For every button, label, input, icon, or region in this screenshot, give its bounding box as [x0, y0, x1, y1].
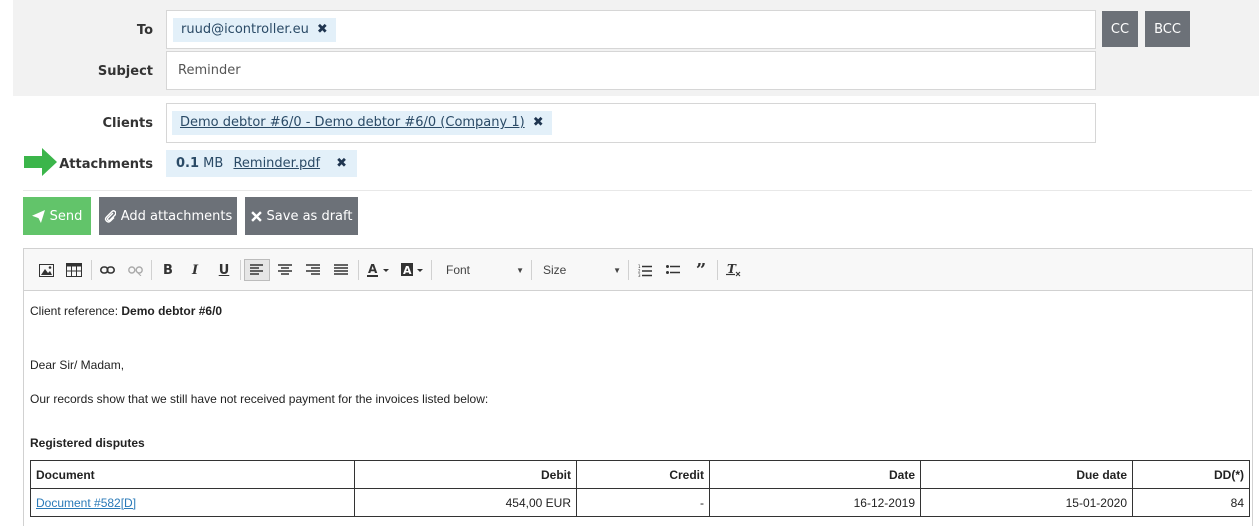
- chevron-down-icon: ▼: [516, 265, 524, 275]
- subject-value: Reminder: [178, 63, 241, 78]
- close-icon: [250, 210, 262, 222]
- send-button[interactable]: Send: [23, 197, 91, 235]
- table-cell-date: 16-12-2019: [709, 488, 921, 517]
- column-header-dd: DD(*): [1132, 460, 1250, 489]
- save-draft-label: Save as draft: [266, 208, 353, 224]
- font-dropdown[interactable]: Font ▼: [446, 259, 524, 281]
- recipient-email: ruud@icontroller.eu: [181, 22, 309, 37]
- background-color-icon[interactable]: A: [398, 259, 426, 281]
- toolbar-separator: [717, 260, 718, 280]
- table-cell-document: Document #582[D]: [30, 488, 355, 517]
- subject-input[interactable]: Reminder: [166, 51, 1096, 90]
- align-left-icon[interactable]: [244, 259, 270, 281]
- column-header-document: Document: [30, 460, 355, 489]
- blockquote-icon[interactable]: ”: [689, 259, 713, 281]
- subject-label: Subject: [97, 64, 153, 79]
- font-dropdown-label: Font: [446, 263, 471, 277]
- toolbar-separator: [151, 260, 152, 280]
- attachments-label: Attachments: [59, 157, 153, 172]
- intro-text: Our records show that we still have not …: [30, 392, 489, 406]
- bold-button[interactable]: B: [156, 259, 180, 281]
- client-reference-line: Client reference: Demo debtor #6/0: [30, 304, 222, 318]
- add-attachments-label: Add attachments: [120, 208, 233, 224]
- to-field[interactable]: ruud@icontroller.eu ✖: [166, 10, 1096, 49]
- client-reference-value: Demo debtor #6/0: [121, 304, 223, 318]
- recipient-tag: ruud@icontroller.eu ✖: [173, 18, 336, 42]
- client-link[interactable]: Demo debtor #6/0 - Demo debtor #6/0 (Com…: [180, 115, 525, 130]
- italic-button[interactable]: I: [183, 259, 207, 281]
- align-justify-icon[interactable]: [329, 259, 353, 281]
- svg-text:3: 3: [638, 273, 641, 277]
- column-header-credit: Credit: [576, 460, 710, 489]
- rich-text-editor: B I U A A Font ▼ Size ▼ 12 3 ” T Client …: [23, 248, 1253, 526]
- table-cell-due-date: 15-01-2020: [920, 488, 1133, 517]
- clients-label: Clients: [102, 116, 153, 131]
- chevron-down-icon: ▼: [613, 265, 621, 275]
- editor-toolbar: B I U A A Font ▼ Size ▼ 12 3 ” T: [24, 249, 1252, 291]
- table-row: Document #582[D] 454,00 EUR - 16-12-2019…: [30, 488, 1250, 517]
- client-reference-prefix: Client reference:: [30, 304, 122, 318]
- unlink-icon[interactable]: [123, 259, 147, 281]
- remove-attachment-icon[interactable]: ✖: [336, 156, 347, 171]
- attachment-unit: MB: [203, 156, 224, 171]
- toolbar-separator: [628, 260, 629, 280]
- greeting-text: Dear Sir/ Madam,: [30, 358, 125, 372]
- toolbar-separator: [240, 260, 241, 280]
- underline-button[interactable]: U: [212, 259, 236, 281]
- cc-button[interactable]: CC: [1102, 11, 1138, 47]
- link-icon[interactable]: [95, 259, 119, 281]
- client-tag: Demo debtor #6/0 - Demo debtor #6/0 (Com…: [172, 111, 552, 135]
- add-attachments-button[interactable]: Add attachments: [99, 197, 237, 235]
- image-icon[interactable]: [34, 259, 58, 281]
- size-dropdown-label: Size: [543, 263, 567, 277]
- toolbar-separator: [431, 260, 432, 280]
- section-heading: Registered disputes: [30, 436, 145, 450]
- send-label: Send: [49, 208, 83, 224]
- disputes-table: Document Debit Credit Date Due date DD(*…: [30, 460, 1250, 517]
- remove-client-icon[interactable]: ✖: [533, 115, 544, 130]
- remove-recipient-icon[interactable]: ✖: [317, 22, 328, 37]
- divider: [23, 190, 1252, 191]
- column-header-due-date: Due date: [920, 460, 1133, 489]
- clear-formatting-icon[interactable]: T: [722, 259, 746, 281]
- table-cell-credit: -: [576, 488, 710, 517]
- bcc-button[interactable]: BCC: [1145, 11, 1190, 47]
- attachment-tag: 0.1 MB Reminder.pdf ✖: [166, 150, 358, 177]
- paperclip-icon: [104, 210, 116, 223]
- clients-field[interactable]: Demo debtor #6/0 - Demo debtor #6/0 (Com…: [166, 103, 1096, 143]
- table-header-row: Document Debit Credit Date Due date DD(*…: [30, 460, 1250, 489]
- paper-plane-icon: [31, 209, 45, 223]
- attachment-link[interactable]: Reminder.pdf: [233, 156, 320, 171]
- save-draft-button[interactable]: Save as draft: [245, 197, 358, 235]
- column-header-debit: Debit: [354, 460, 577, 489]
- table-cell-debit: 454,00 EUR: [354, 488, 577, 517]
- attachment-size: 0.1: [176, 156, 200, 171]
- svg-text:A: A: [368, 262, 378, 276]
- table-cell-dd: 84: [1132, 488, 1250, 517]
- bullet-list-icon[interactable]: [661, 259, 685, 281]
- size-dropdown[interactable]: Size ▼: [543, 259, 621, 281]
- svg-text:A: A: [403, 264, 412, 277]
- to-label: To: [136, 23, 153, 38]
- column-header-date: Date: [709, 460, 921, 489]
- toolbar-separator: [531, 260, 532, 280]
- toolbar-separator: [358, 260, 359, 280]
- toolbar-separator: [91, 260, 92, 280]
- align-center-icon[interactable]: [273, 259, 297, 281]
- numbered-list-icon[interactable]: 123: [633, 259, 657, 281]
- table-icon[interactable]: [62, 259, 86, 281]
- align-right-icon[interactable]: [301, 259, 325, 281]
- text-color-icon[interactable]: A: [364, 259, 392, 281]
- document-link[interactable]: Document #582[D]: [36, 496, 136, 510]
